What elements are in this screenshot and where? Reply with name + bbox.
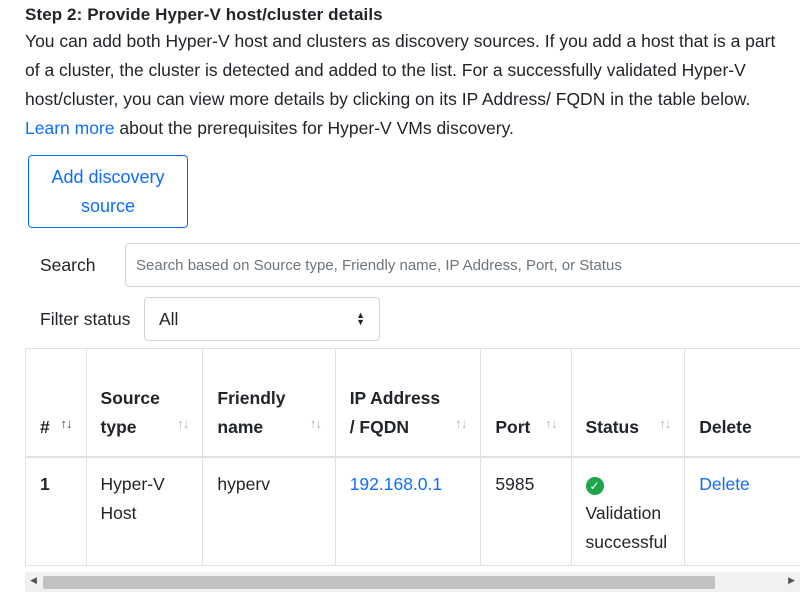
cell-friendly-name: hyperv <box>202 457 336 565</box>
column-header-ip-address[interactable]: IP Address / FQDN ↑↓ <box>335 349 482 458</box>
discovery-sources-table: # ↑↓ Source type ↑↓ Friendly name ↑↓ IP Add… <box>25 348 800 566</box>
sort-arrows-icon[interactable]: ↑↓ <box>546 409 558 438</box>
search-label: Search <box>40 255 96 275</box>
search-row: Search <box>40 243 800 287</box>
sort-arrows-icon[interactable]: ↑↓ <box>659 409 671 438</box>
filter-status-label: Filter status <box>40 309 131 329</box>
column-label: IP Address / FQDN <box>349 388 441 437</box>
description-text: You can add both Hyper-V host and cluste… <box>25 31 776 109</box>
description-text-end: about the prerequisites for Hyper-V VMs … <box>114 118 514 138</box>
scroll-left-arrow-icon[interactable]: ◀ <box>30 575 37 586</box>
step-description: You can add both Hyper-V host and cluste… <box>25 27 790 143</box>
learn-more-link[interactable]: Learn more <box>25 118 115 138</box>
column-header-friendly-name[interactable]: Friendly name ↑↓ <box>202 349 336 458</box>
column-header-source-type[interactable]: Source type ↑↓ <box>86 349 204 458</box>
table-row: 1 Hyper-V Host hyperv 192.168.0.1 5985 ✓… <box>26 457 800 565</box>
cell-port: 5985 <box>480 457 572 565</box>
sort-arrows-icon[interactable]: ↑↓ <box>177 409 189 438</box>
cell-status: ✓ Validation successful <box>571 457 686 565</box>
column-label: Port <box>495 417 531 437</box>
add-discovery-source-button[interactable]: Add discovery source <box>28 155 188 228</box>
filter-status-value: All <box>159 308 179 329</box>
check-circle-icon: ✓ <box>585 477 604 495</box>
step-title: Step 2: Provide Hyper-V host/cluster det… <box>25 5 383 24</box>
column-header-index[interactable]: # ↑↓ <box>26 349 87 458</box>
column-label: Status <box>585 417 639 437</box>
sort-arrows-icon[interactable]: ↑↓ <box>61 409 73 438</box>
scrollbar-thumb[interactable] <box>43 576 715 589</box>
ip-address-link[interactable]: 192.168.0.1 <box>350 474 442 494</box>
delete-link[interactable]: Delete <box>699 474 750 494</box>
cell-ip-address: 192.168.0.1 <box>335 457 482 565</box>
status-text: Validation successful <box>585 503 668 552</box>
column-label: Source type <box>100 388 160 437</box>
filter-row: Filter status All ▲ ▼ <box>40 297 380 341</box>
column-header-delete: Delete <box>684 349 800 458</box>
sort-arrows-icon[interactable]: ↑↓ <box>310 409 322 438</box>
column-label: Delete <box>699 417 752 437</box>
column-label: Friendly name <box>217 388 286 437</box>
column-header-port[interactable]: Port ↑↓ <box>480 349 572 458</box>
column-label: # <box>40 417 50 437</box>
horizontal-scrollbar[interactable]: ◀ ▶ <box>25 572 800 592</box>
search-input[interactable] <box>125 243 800 287</box>
cell-index: 1 <box>26 457 87 565</box>
step-panel: Step 2: Provide Hyper-V host/cluster det… <box>25 0 800 592</box>
filter-status-select[interactable]: All ▲ ▼ <box>144 297 380 341</box>
sort-arrows-icon[interactable]: ↑↓ <box>455 409 467 438</box>
table-header-row: # ↑↓ Source type ↑↓ Friendly name ↑↓ IP Add… <box>26 349 800 458</box>
cell-source-type: Hyper-V Host <box>86 457 204 565</box>
scroll-right-arrow-icon[interactable]: ▶ <box>788 575 795 586</box>
cell-delete: Delete <box>685 457 800 565</box>
column-header-status[interactable]: Status ↑↓ <box>571 349 686 458</box>
select-caret-icon: ▲ ▼ <box>356 310 365 327</box>
